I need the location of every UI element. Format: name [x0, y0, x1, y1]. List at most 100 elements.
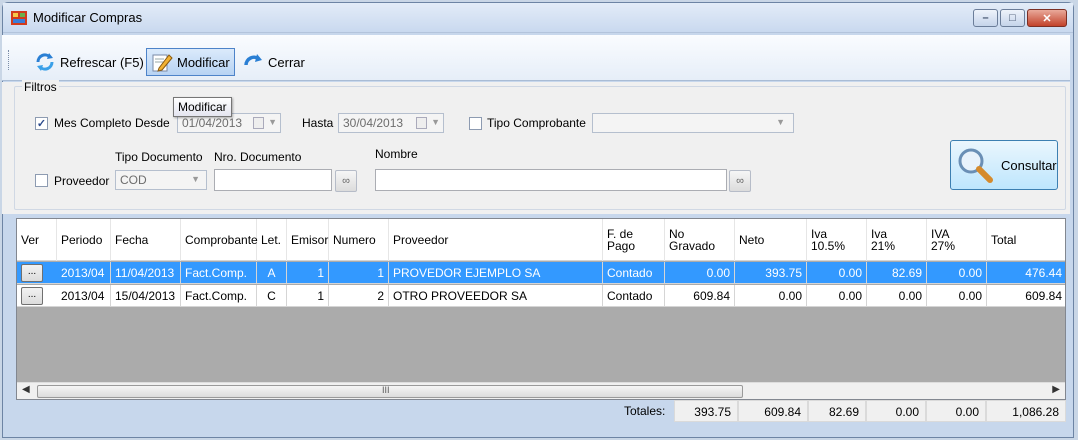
mes-completo-checkbox[interactable] [35, 117, 48, 130]
col-iva105-label-2: 10.5% [811, 239, 846, 253]
col-comprobante[interactable]: Comprobante [181, 219, 258, 261]
grid-header: Ver Periodo Fecha Comprobante Let. Emiso… [17, 219, 1065, 261]
col-fecha[interactable]: Fecha [111, 219, 181, 261]
mes-completo-label: Mes Completo [54, 116, 132, 130]
col-iva27[interactable]: IVA 27% [927, 219, 987, 261]
consultar-button[interactable]: Consultar [950, 140, 1058, 190]
cell-neto: 393.75 [735, 262, 807, 284]
exit-arrow-icon [244, 54, 262, 66]
cell-emisor: 1 [287, 285, 329, 307]
col-iva21[interactable]: Iva 21% [867, 219, 927, 261]
tipo-comprobante-label: Tipo Comprobante [487, 116, 586, 130]
totals-label: Totales: [624, 404, 666, 418]
consultar-label: Consultar [1001, 157, 1057, 173]
refresh-label: Refrescar (F5) [60, 54, 144, 70]
search-document-button[interactable]: ∞ [335, 170, 357, 192]
tipo-documento-select[interactable]: COD ▼ [115, 170, 207, 190]
window-controls: – □ ✕ [973, 9, 1067, 27]
cell-periodo: 2013/04 [57, 285, 111, 307]
view-row-button[interactable]: ... [21, 287, 43, 305]
modify-button[interactable]: Modificar [146, 48, 235, 76]
refresh-button[interactable]: Refrescar (F5) [30, 48, 148, 76]
col-nograv[interactable]: No Gravado [665, 219, 735, 261]
col-neto[interactable]: Neto [735, 219, 807, 261]
nro-documento-input[interactable] [214, 169, 332, 191]
proveedor-checkbox[interactable] [35, 174, 48, 187]
col-iva21-label-2: 21% [871, 239, 896, 253]
col-let-label: Let. [261, 233, 282, 247]
edit-icon [152, 54, 173, 72]
total-nograv: 393.75 [674, 400, 738, 422]
cell-nograv: 0.00 [665, 262, 735, 284]
col-numero[interactable]: Numero [329, 219, 389, 261]
cell-iva27: 0.00 [927, 262, 987, 284]
close-window-button[interactable]: ✕ [1027, 9, 1067, 27]
maximize-button[interactable]: □ [1000, 9, 1025, 27]
hasta-date-picker[interactable]: 30/04/2013 ▼ [338, 113, 444, 133]
cell-fpago: Contado [603, 285, 665, 307]
scroll-right-icon[interactable]: ▶ [1052, 384, 1060, 395]
col-emisor[interactable]: Emisor [287, 219, 329, 261]
tipo-comprobante-select[interactable]: ▼ [592, 113, 794, 133]
cell-nograv: 609.84 [665, 285, 735, 307]
modify-label: Modificar [177, 54, 230, 70]
col-emisor-label: Emisor [291, 233, 329, 247]
calendar-icon [416, 117, 427, 129]
filter-group [14, 86, 1066, 210]
cell-numero: 2 [329, 285, 389, 307]
cell-comprobante: Fact.Comp. [181, 262, 257, 284]
cell-fecha: 15/04/2013 [111, 285, 181, 307]
toolbar-grip[interactable] [8, 50, 10, 70]
col-iva105[interactable]: Iva 10.5% [807, 219, 867, 261]
magnifier-icon [958, 148, 993, 183]
filter-group-label: Filtros [22, 80, 59, 94]
tipo-documento-value: COD [120, 173, 147, 187]
maximize-icon: □ [1009, 12, 1016, 24]
col-fpago[interactable]: F. de Pago [603, 219, 665, 261]
cell-iva21: 82.69 [867, 262, 927, 284]
nombre-label: Nombre [375, 147, 418, 161]
tipo-comprobante-checkbox[interactable] [469, 117, 482, 130]
cell-iva105: 0.00 [807, 262, 867, 284]
total-neto: 609.84 [738, 400, 808, 422]
col-proveedor[interactable]: Proveedor [389, 219, 603, 261]
chevron-down-icon: ▼ [431, 117, 440, 127]
window-title: Modificar Compras [33, 10, 143, 25]
table-row[interactable]: ... 2013/04 15/04/2013 Fact.Comp. C 1 2 … [17, 285, 1065, 307]
hasta-value: 30/04/2013 [343, 116, 404, 130]
proveedor-label: Proveedor [54, 174, 110, 188]
minimize-button[interactable]: – [973, 9, 998, 27]
total-iva105: 82.69 [808, 400, 866, 422]
search-name-button[interactable]: ∞ [729, 170, 751, 192]
scroll-left-icon[interactable]: ◀ [22, 384, 30, 395]
calendar-icon [253, 117, 264, 129]
cell-emisor: 1 [287, 262, 329, 284]
col-total[interactable]: Total [987, 219, 1065, 261]
col-comprobante-label: Comprobante [185, 233, 258, 247]
table-row[interactable]: ... 2013/04 11/04/2013 Fact.Comp. A 1 1 … [17, 262, 1065, 284]
tipo-documento-label: Tipo Documento [115, 150, 203, 164]
col-proveedor-label: Proveedor [393, 233, 449, 247]
scroll-grip: III [382, 385, 390, 395]
purchases-grid[interactable]: Ver Periodo Fecha Comprobante Let. Emiso… [16, 218, 1066, 400]
cell-iva21: 0.00 [867, 285, 927, 307]
col-let[interactable]: Let. [257, 219, 287, 261]
binoculars-icon: ∞ [342, 175, 350, 187]
horizontal-scrollbar[interactable]: ◀ III ▶ [17, 382, 1065, 399]
view-row-button[interactable]: ... [21, 264, 43, 282]
col-ver-label: Ver [21, 233, 40, 247]
cell-comprobante: Fact.Comp. [181, 285, 257, 307]
col-ver[interactable]: Ver [17, 219, 57, 261]
col-numero-label: Numero [333, 233, 376, 247]
scroll-thumb[interactable]: III [37, 385, 743, 398]
col-iva27-label-2: 27% [931, 239, 956, 253]
nombre-input[interactable] [375, 169, 727, 191]
col-total-label: Total [991, 233, 1017, 247]
col-nograv-label-2: Gravado [669, 239, 716, 253]
col-periodo[interactable]: Periodo [57, 219, 111, 261]
close-icon: ✕ [1042, 12, 1052, 25]
desde-label: Desde [135, 116, 170, 130]
cell-fecha: 11/04/2013 [111, 262, 181, 284]
total-total: 1,086.28 [986, 400, 1066, 422]
close-button[interactable]: Cerrar [238, 48, 309, 76]
